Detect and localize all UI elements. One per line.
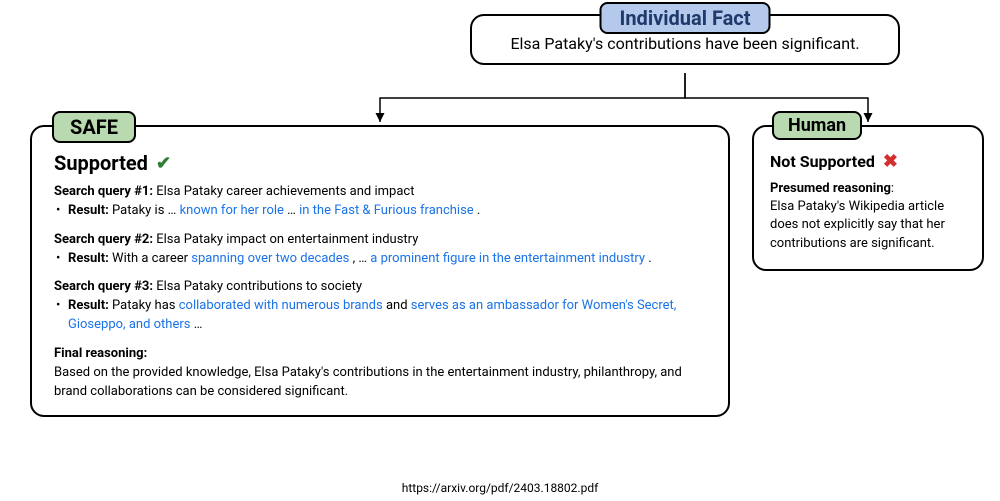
result-link: collaborated with numerous brands — [179, 298, 383, 313]
result-post: … — [194, 317, 203, 332]
result-link: in the Fast & Furious franchise — [299, 203, 474, 218]
result-pre: Pataky is … — [112, 203, 176, 218]
query-text: Elsa Pataky impact on entertainment indu… — [156, 232, 418, 247]
check-icon: ✔ — [156, 153, 171, 174]
human-reason-text: Elsa Pataky's Wikipedia article does not… — [770, 198, 966, 253]
query-label: Search query #1: — [54, 184, 153, 199]
safe-box: SAFE Supported ✔ Search query #1: Elsa P… — [30, 125, 730, 417]
individual-fact-box: Individual Fact Elsa Pataky's contributi… — [470, 14, 900, 65]
source-url: https://arxiv.org/pdf/2403.18802.pdf — [402, 481, 599, 495]
human-reason-label: Presumed reasoning — [770, 181, 891, 196]
human-verdict: Not Supported — [770, 152, 875, 171]
safe-verdict: Supported — [54, 151, 148, 175]
result-row: Result: Pataky is … known for her role …… — [54, 202, 706, 221]
result-label: Result: — [68, 203, 109, 218]
query-label: Search query #3: — [54, 279, 153, 294]
safe-verdict-row: Supported ✔ — [54, 151, 706, 175]
final-reasoning: Final reasoning: Based on the provided k… — [54, 345, 706, 402]
human-box: Human Not Supported ✖ Presumed reasoning… — [752, 125, 984, 271]
human-verdict-row: Not Supported ✖ — [770, 151, 966, 172]
search-query-2: Search query #2: Elsa Pataky impact on e… — [54, 231, 706, 269]
result-post: . — [648, 251, 651, 266]
result-pre: Pataky has — [112, 298, 179, 313]
result-mid: , … — [353, 251, 371, 266]
result-mid: … — [287, 203, 299, 218]
search-query-3: Search query #3: Elsa Pataky contributio… — [54, 278, 706, 335]
result-post: . — [477, 203, 480, 218]
result-label: Result: — [68, 251, 109, 266]
human-reasoning: Presumed reasoning: Elsa Pataky's Wikipe… — [770, 180, 966, 253]
result-pre: With a career — [112, 251, 191, 266]
safe-title: SAFE — [52, 111, 136, 143]
cross-icon: ✖ — [883, 151, 898, 172]
result-link: known for her role — [180, 203, 284, 218]
final-label: Final reasoning: — [54, 345, 706, 364]
result-link: spanning over two decades — [191, 251, 349, 266]
individual-fact-title: Individual Fact — [600, 2, 771, 34]
result-mid: and — [386, 298, 411, 313]
final-text: Based on the provided knowledge, Elsa Pa… — [54, 364, 706, 402]
query-text: Elsa Pataky career achievements and impa… — [156, 184, 414, 199]
result-row: Result: Pataky has collaborated with num… — [54, 297, 706, 335]
result-link: a prominent figure in the entertainment … — [370, 251, 645, 266]
query-label: Search query #2: — [54, 232, 153, 247]
result-label: Result: — [68, 298, 109, 313]
human-title: Human — [772, 111, 862, 140]
result-row: Result: With a career spanning over two … — [54, 250, 706, 269]
search-query-1: Search query #1: Elsa Pataky career achi… — [54, 183, 706, 221]
query-text: Elsa Pataky contributions to society — [156, 279, 362, 294]
